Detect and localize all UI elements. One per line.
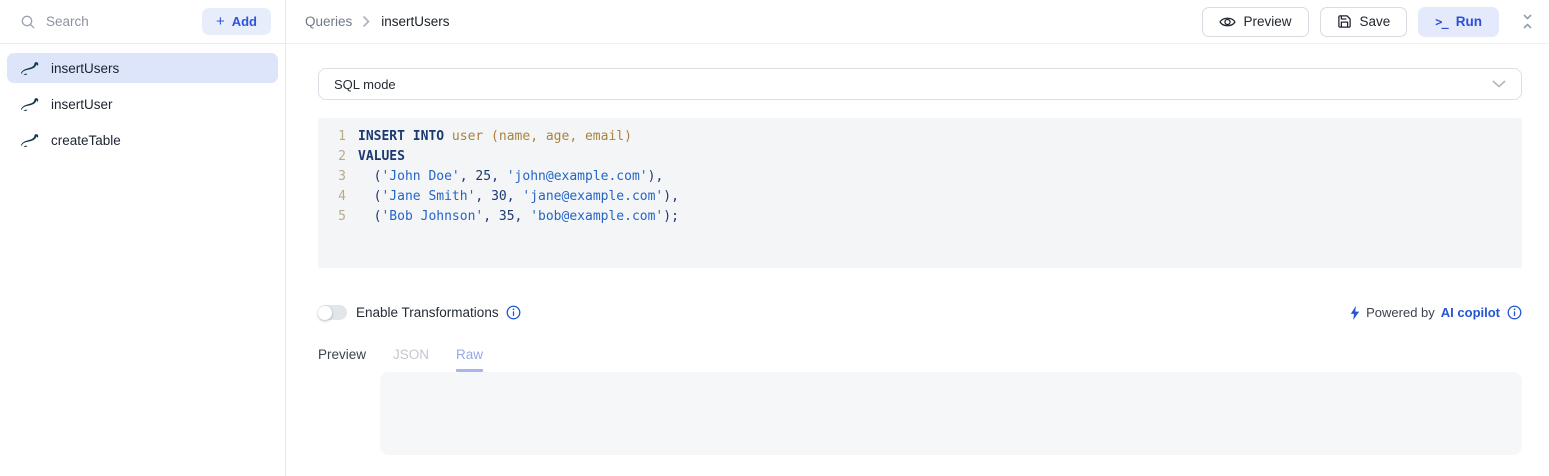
code-token: ,: [491, 169, 507, 184]
save-button[interactable]: Save: [1320, 7, 1408, 37]
search-box: [20, 14, 192, 30]
sidebar-item-insertUser[interactable]: insertUser: [7, 89, 278, 119]
info-icon[interactable]: [1507, 305, 1522, 320]
code-text: ('Jane Smith', 30, 'jane@example.com'),: [346, 187, 679, 207]
code-text: VALUES: [346, 147, 405, 167]
search-icon: [20, 14, 36, 30]
code-text: ('Bob Johnson', 35, 'bob@example.com');: [346, 207, 679, 227]
query-content: SQL mode 1INSERT INTO user (name, age, e…: [286, 44, 1549, 476]
code-line: 5 ('Bob Johnson', 35, 'bob@example.com')…: [318, 207, 1522, 227]
code-line: 4 ('Jane Smith', 30, 'jane@example.com')…: [318, 187, 1522, 207]
code-token: 25: [475, 169, 491, 184]
code-token: 'bob@example.com': [530, 209, 663, 224]
ai-copilot-label: AI copilot: [1441, 305, 1500, 320]
code-text: ('John Doe', 25, 'john@example.com'),: [346, 167, 663, 187]
app-window: + Add insertUsers insertUser: [0, 0, 1549, 476]
save-button-label: Save: [1360, 14, 1391, 29]
code-token: 35: [499, 209, 515, 224]
transformations-label: Enable Transformations: [356, 305, 499, 320]
sealion-icon: [21, 134, 40, 147]
collapse-icon[interactable]: [1519, 12, 1536, 31]
code-token: ,: [507, 189, 523, 204]
sidebar-item-label: insertUser: [51, 97, 113, 112]
floppy-icon: [1337, 14, 1352, 29]
code-line: 3 ('John Doe', 25, 'john@example.com'),: [318, 167, 1522, 187]
code-token: 'John Doe': [381, 169, 459, 184]
breadcrumb: Queries insertUsers: [305, 14, 450, 29]
code-token: ),: [648, 169, 664, 184]
sidebar: + Add insertUsers insertUser: [0, 0, 286, 476]
terminal-icon: >_: [1435, 15, 1447, 29]
chevron-right-icon: [363, 16, 370, 27]
powered-by-copilot: Powered by AI copilot: [1350, 305, 1522, 320]
main-area: Queries insertUsers Preview Sav: [286, 0, 1549, 476]
results-panel: [380, 372, 1522, 455]
line-number: 2: [318, 147, 346, 167]
code-token: 'john@example.com': [507, 169, 648, 184]
topbar-actions: Preview Save >_ Run: [1202, 7, 1537, 37]
mode-select[interactable]: SQL mode: [318, 68, 1522, 100]
mode-select-value: SQL mode: [334, 77, 396, 92]
run-button-label: Run: [1456, 14, 1482, 29]
transformations-toggle[interactable]: [318, 305, 347, 320]
add-button-label: Add: [232, 14, 257, 29]
code-token: ,: [515, 209, 531, 224]
tab-raw[interactable]: Raw: [456, 347, 483, 372]
results-tabs: Preview JSON Raw: [318, 347, 1522, 372]
code-token: );: [663, 209, 679, 224]
code-token: ,: [475, 189, 491, 204]
toggle-knob: [318, 306, 332, 320]
sealion-icon: [21, 98, 40, 111]
sidebar-item-createTable[interactable]: createTable: [7, 125, 278, 155]
topbar: Queries insertUsers Preview Sav: [286, 0, 1549, 44]
line-number: 1: [318, 127, 346, 147]
code-token: VALUES: [358, 149, 405, 164]
plus-icon: +: [216, 14, 225, 29]
code-line: 1INSERT INTO user (name, age, email): [318, 127, 1522, 147]
code-lines: 1INSERT INTO user (name, age, email)2VAL…: [318, 127, 1522, 227]
transformations-row: Enable Transformations Powered by AI cop…: [318, 305, 1522, 320]
line-number: 3: [318, 167, 346, 187]
code-token: ,: [460, 169, 476, 184]
preview-button[interactable]: Preview: [1202, 7, 1309, 37]
code-text: INSERT INTO user (name, age, email): [346, 127, 632, 147]
code-token: ,: [483, 209, 499, 224]
tab-json[interactable]: JSON: [393, 347, 429, 372]
code-token: (: [358, 209, 381, 224]
preview-button-label: Preview: [1244, 14, 1292, 29]
code-token: (: [358, 169, 381, 184]
breadcrumb-current: insertUsers: [381, 14, 449, 29]
code-token: 'Jane Smith': [381, 189, 475, 204]
breadcrumb-root[interactable]: Queries: [305, 14, 352, 29]
info-icon[interactable]: [506, 305, 521, 320]
code-line: 2 VALUES: [318, 147, 1522, 167]
search-input[interactable]: [46, 14, 192, 29]
code-token: (: [358, 189, 381, 204]
powered-by-text: Powered by: [1366, 305, 1435, 320]
sidebar-item-insertUsers[interactable]: insertUsers: [7, 53, 278, 83]
eye-icon: [1219, 15, 1236, 29]
code-token: user (name, age, email): [452, 129, 632, 144]
sidebar-item-label: createTable: [51, 133, 121, 148]
sql-editor[interactable]: 1INSERT INTO user (name, age, email)2VAL…: [318, 118, 1522, 268]
code-token: 30: [491, 189, 507, 204]
sidebar-item-label: insertUsers: [51, 61, 119, 76]
add-query-button[interactable]: + Add: [202, 8, 271, 35]
code-token: 'jane@example.com': [522, 189, 663, 204]
chevron-down-icon: [1492, 80, 1506, 88]
line-number: 4: [318, 187, 346, 207]
code-token: [444, 129, 452, 144]
run-button[interactable]: >_ Run: [1418, 7, 1499, 37]
line-number: 5: [318, 207, 346, 227]
code-token: ),: [663, 189, 679, 204]
bolt-icon: [1350, 306, 1360, 320]
code-token: INSERT INTO: [358, 129, 444, 144]
query-list: insertUsers insertUser createTable: [0, 44, 285, 164]
tab-preview[interactable]: Preview: [318, 347, 366, 372]
sidebar-header: + Add: [0, 0, 285, 44]
code-token: 'Bob Johnson': [381, 209, 483, 224]
sealion-icon: [21, 62, 40, 75]
